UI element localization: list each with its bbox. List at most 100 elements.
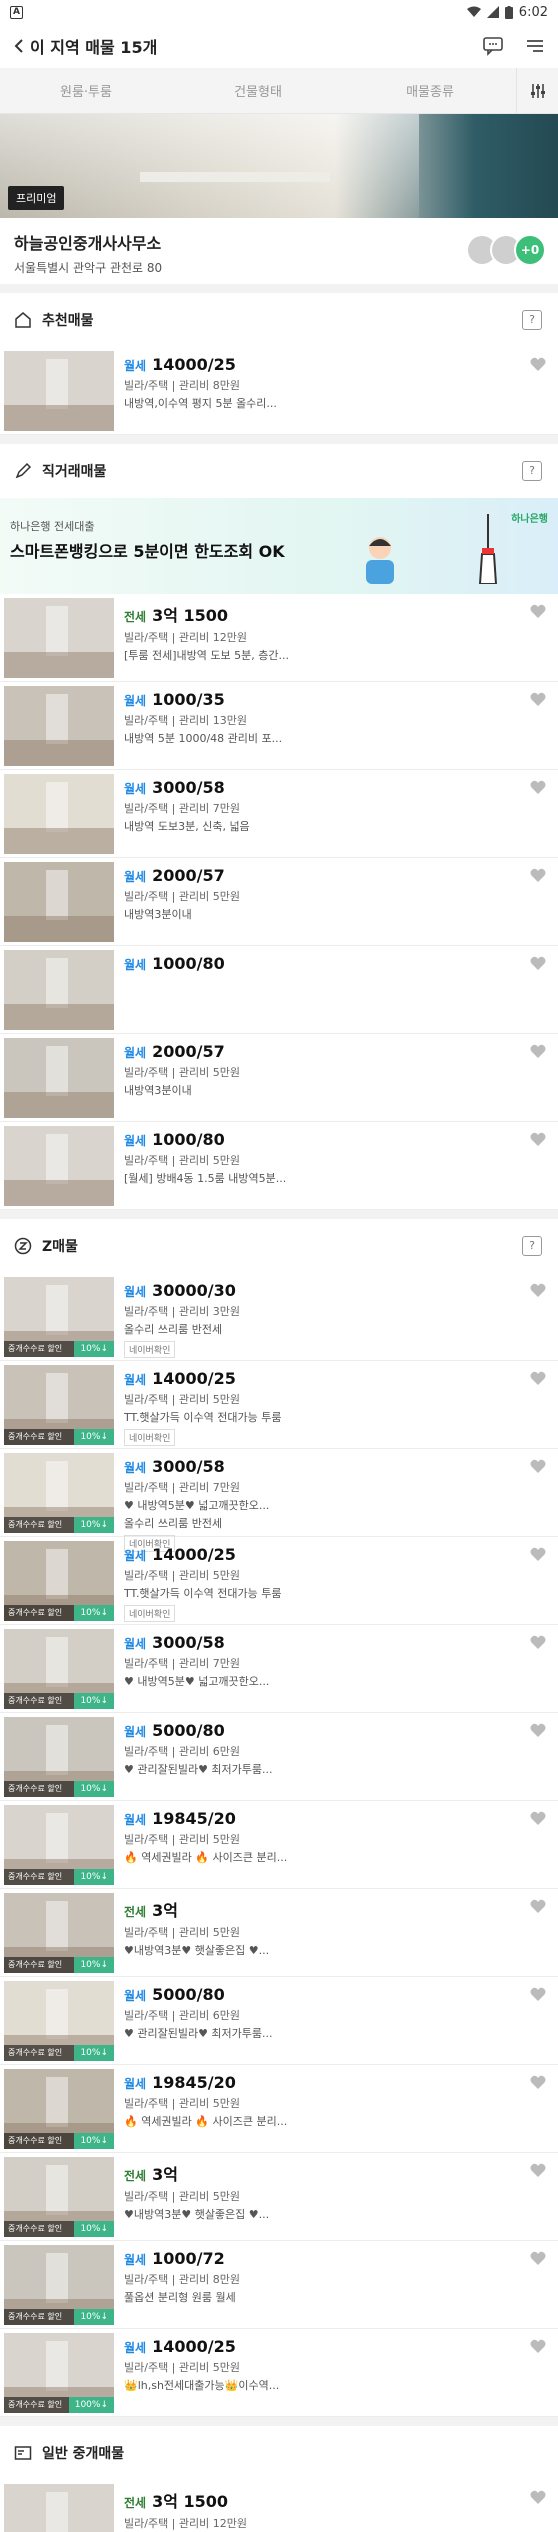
pen-icon — [15, 462, 32, 479]
favorite-heart-icon[interactable] — [530, 1459, 546, 1474]
favorite-heart-icon[interactable] — [530, 1371, 546, 1386]
transaction-type: 월세 — [124, 1285, 147, 1299]
transaction-type: 월세 — [124, 1813, 147, 1827]
favorite-heart-icon[interactable] — [530, 357, 546, 372]
favorite-heart-icon[interactable] — [530, 1044, 546, 1059]
favorite-heart-icon[interactable] — [530, 1132, 546, 1147]
listing-item[interactable]: 중개수수료 할인 10%↓ 월세 5000/80 빌라/주택 | 관리비 6만원 ♥ 관리… — [0, 1713, 558, 1801]
listing-description: [월세] 방배4동 1.5룸 내방역5분... — [124, 1172, 287, 1185]
listing-item[interactable]: 월세 14000/25 빌라/주택 | 관리비 8만원 내방역,이수역 평지 5분 올… — [0, 347, 558, 435]
listing-item[interactable]: 중개수수료 할인 10%↓ 월세 19845/20 빌라/주택 | 관리비 5만원 🔥 역… — [0, 1801, 558, 1889]
listing-info: 월세 14000/25 빌라/주택 | 관리비 8만원 내방역,이수역 평지 5분 올… — [124, 355, 518, 411]
favorite-heart-icon[interactable] — [530, 1723, 546, 1738]
discount-badge: 10%↓ — [74, 2045, 114, 2061]
listing-photo — [4, 774, 114, 854]
wifi-icon — [466, 6, 481, 17]
listing-info: 월세 2000/57 빌라/주택 | 관리비 5만원 내방역3분이내 — [124, 1042, 518, 1098]
discount-badge: 10%↓ — [74, 1957, 114, 1973]
listing-item[interactable]: 중개수수료 할인 10%↓ 전세 3억 빌라/주택 | 관리비 5만원 ♥내방역3분♥ 햇… — [0, 2153, 558, 2241]
status-time: 6:02 — [518, 4, 548, 20]
photo-window — [45, 870, 68, 920]
listing-item[interactable]: 중개수수료 할인 10%↓ 월세 1000/72 빌라/주택 | 관리비 8만원 풀옵션 … — [0, 2241, 558, 2329]
listing-item[interactable]: 월세 2000/57 빌라/주택 | 관리비 5만원 내방역3분이내 — [0, 858, 558, 946]
favorite-heart-icon[interactable] — [530, 780, 546, 795]
listing-item[interactable]: 중개수수료 할인 10%↓ 월세 3000/58 빌라/주택 | 관리비 7만원 ♥ 내방… — [0, 1449, 558, 1552]
discount-badge: 10%↓ — [74, 1341, 114, 1357]
listing-info: 월세 1000/80 빌라/주택 | 관리비 5만원 [월세] 방배4동 1.5룸 내… — [124, 1130, 518, 1186]
loan-ad-banner[interactable]: 하나은행 전세대출 스마트폰뱅킹으로 5분이면 한도조회 OK 하나은행 — [0, 498, 558, 594]
back-icon[interactable] — [12, 38, 26, 54]
listing-item[interactable]: 전세 3억 1500 빌라/주택 | 관리비 12만원 [투룸 전세]내방역 도보 5… — [0, 594, 558, 682]
listing-description: ♥ 관리잘된빌라♥ 최저가투룸... — [124, 2027, 273, 2040]
agency-hero-image[interactable]: 프리미엄 — [0, 114, 558, 218]
listing-photo: 중개수수료 할인 10%↓ — [4, 1453, 114, 1533]
help-icon[interactable]: ? — [522, 461, 542, 481]
menu-icon[interactable] — [524, 36, 546, 56]
listing-price: 5000/80 — [152, 1985, 225, 2004]
favorite-heart-icon[interactable] — [530, 1635, 546, 1650]
listing-info: 월세 3000/58 빌라/주택 | 관리비 7만원 ♥ 내방역5분♥ 넓고깨끗한오.… — [124, 1633, 518, 1689]
listing-description: 내방역3분이내 — [124, 908, 192, 921]
favorite-heart-icon[interactable] — [530, 692, 546, 707]
favorite-heart-icon[interactable] — [530, 1811, 546, 1826]
favorite-heart-icon[interactable] — [530, 1547, 546, 1562]
favorite-heart-icon[interactable] — [530, 1899, 546, 1914]
listing-item[interactable]: 월세 3000/58 빌라/주택 | 관리비 7만원 내방역 도보3분, 신축, 넓음 — [0, 770, 558, 858]
listing-item[interactable]: 월세 1000/35 빌라/주택 | 관리비 13만원 내방역 5분 1000/48 … — [0, 682, 558, 770]
photo-window — [45, 958, 68, 1008]
listing-item[interactable]: 중개수수료 할인 10%↓ 월세 30000/30 빌라/주택 | 관리비 3만원 올수리… — [0, 1273, 558, 1361]
favorite-heart-icon[interactable] — [530, 1987, 546, 2002]
discount-badge: 10%↓ — [74, 2133, 114, 2149]
listing-building-fee: 빌라/주택 | 관리비 7만원 — [124, 1481, 240, 1494]
favorite-heart-icon[interactable] — [530, 2490, 546, 2505]
filter-room-type[interactable]: 원룸·투룸 — [0, 81, 172, 100]
section-recommended-header: 추천매물 ? — [0, 293, 558, 347]
listing-item[interactable]: 월세 2000/57 빌라/주택 | 관리비 5만원 내방역3분이내 — [0, 1034, 558, 1122]
transaction-type: 월세 — [124, 1134, 147, 1148]
agent-avatars[interactable]: +0 — [466, 234, 546, 266]
listing-item[interactable]: 월세 1000/80 빌라/주택 | 관리비 5만원 [월세] 방배4동 1.5룸 내… — [0, 1122, 558, 1210]
transaction-type: 월세 — [124, 958, 147, 972]
photo-window — [45, 1637, 68, 1687]
listing-item[interactable]: 중개수수료 할인 10%↓ 월세 19845/20 빌라/주택 | 관리비 5만원 🔥 역… — [0, 2065, 558, 2153]
listing-info: 월세 14000/25 빌라/주택 | 관리비 5만원 TT.햇살가득 이수역 전대가… — [124, 1545, 518, 1622]
listing-building-fee: 빌라/주택 | 관리비 5만원 — [124, 2097, 240, 2110]
help-icon[interactable]: ? — [522, 1236, 542, 1256]
listing-item[interactable]: 중개수수료 할인 100%↓ 월세 14000/25 빌라/주택 | 관리비 5만원 👑l… — [0, 2329, 558, 2417]
listing-item[interactable]: 중개수수료 할인 10%↓ 월세 3000/58 빌라/주택 | 관리비 7만원 ♥ 내방… — [0, 1625, 558, 1713]
listing-item[interactable]: 중개수수료 할인 10%↓ 월세 14000/25 빌라/주택 | 관리비 5만원 TT.… — [0, 1361, 558, 1449]
listing-photo: 중개수수료 할인 10%↓ — [4, 1277, 114, 1357]
favorite-heart-icon[interactable] — [530, 868, 546, 883]
favorite-heart-icon[interactable] — [530, 604, 546, 619]
section-title: Z매물 — [42, 1239, 78, 1255]
listing-item[interactable]: 중개수수료 할인 10%↓ 월세 14000/25 빌라/주택 | 관리비 5만원 TT.… — [0, 1537, 558, 1625]
chat-icon[interactable] — [482, 36, 504, 56]
listing-item[interactable]: 전세3억 1500빌라/주택 | 관리비 12만원🔥 내방역 역세권 🔥 보안 … — [0, 2480, 558, 2532]
listing-item[interactable]: 중개수수료 할인 10%↓ 월세 5000/80 빌라/주택 | 관리비 6만원 ♥ 관리… — [0, 1977, 558, 2065]
agency-info[interactable]: 하늘공인중개사사무소 서울특별시 관악구 관천로 80 +0 — [0, 218, 558, 284]
photo-window — [45, 1989, 68, 2039]
help-icon[interactable]: ? — [522, 310, 542, 330]
listing-item[interactable]: 중개수수료 할인 10%↓ 전세 3억 빌라/주택 | 관리비 5만원 ♥내방역3분♥ 햇… — [0, 1889, 558, 1977]
favorite-heart-icon[interactable] — [530, 2163, 546, 2178]
filter-building-type[interactable]: 건물형태 — [172, 81, 344, 100]
filter-settings-button[interactable] — [516, 67, 558, 114]
listing-description: [투룸 전세]내방역 도보 5분, 층간... — [124, 649, 289, 662]
listing-info: 월세 1000/35 빌라/주택 | 관리비 13만원 내방역 5분 1000/48 … — [124, 690, 518, 746]
listing-info: 전세 3억 빌라/주택 | 관리비 5만원 ♥내방역3분♥ 햇살좋은집 ♥... — [124, 2161, 518, 2222]
listing-description: TT.햇살가득 이수역 전대가능 투룸 — [124, 1411, 282, 1424]
listing-description: TT.햇살가득 이수역 전대가능 투룸 — [124, 1587, 282, 1600]
listing-photo: 중개수수료 할인 10%↓ — [4, 1629, 114, 1709]
transaction-type: 월세 — [124, 1637, 147, 1651]
banner-subtitle: 하나은행 전세대출 — [10, 520, 95, 533]
favorite-heart-icon[interactable] — [530, 1283, 546, 1298]
transaction-type: 월세 — [124, 1989, 147, 2003]
photo-window — [45, 782, 68, 832]
listing-item[interactable]: 월세 1000/80 — [0, 946, 558, 1034]
filter-listing-type[interactable]: 매물종류 — [344, 81, 516, 100]
more-agents-badge: +0 — [514, 234, 546, 266]
favorite-heart-icon[interactable] — [530, 2075, 546, 2090]
favorite-heart-icon[interactable] — [530, 2339, 546, 2354]
favorite-heart-icon[interactable] — [530, 2251, 546, 2266]
favorite-heart-icon[interactable] — [530, 956, 546, 971]
